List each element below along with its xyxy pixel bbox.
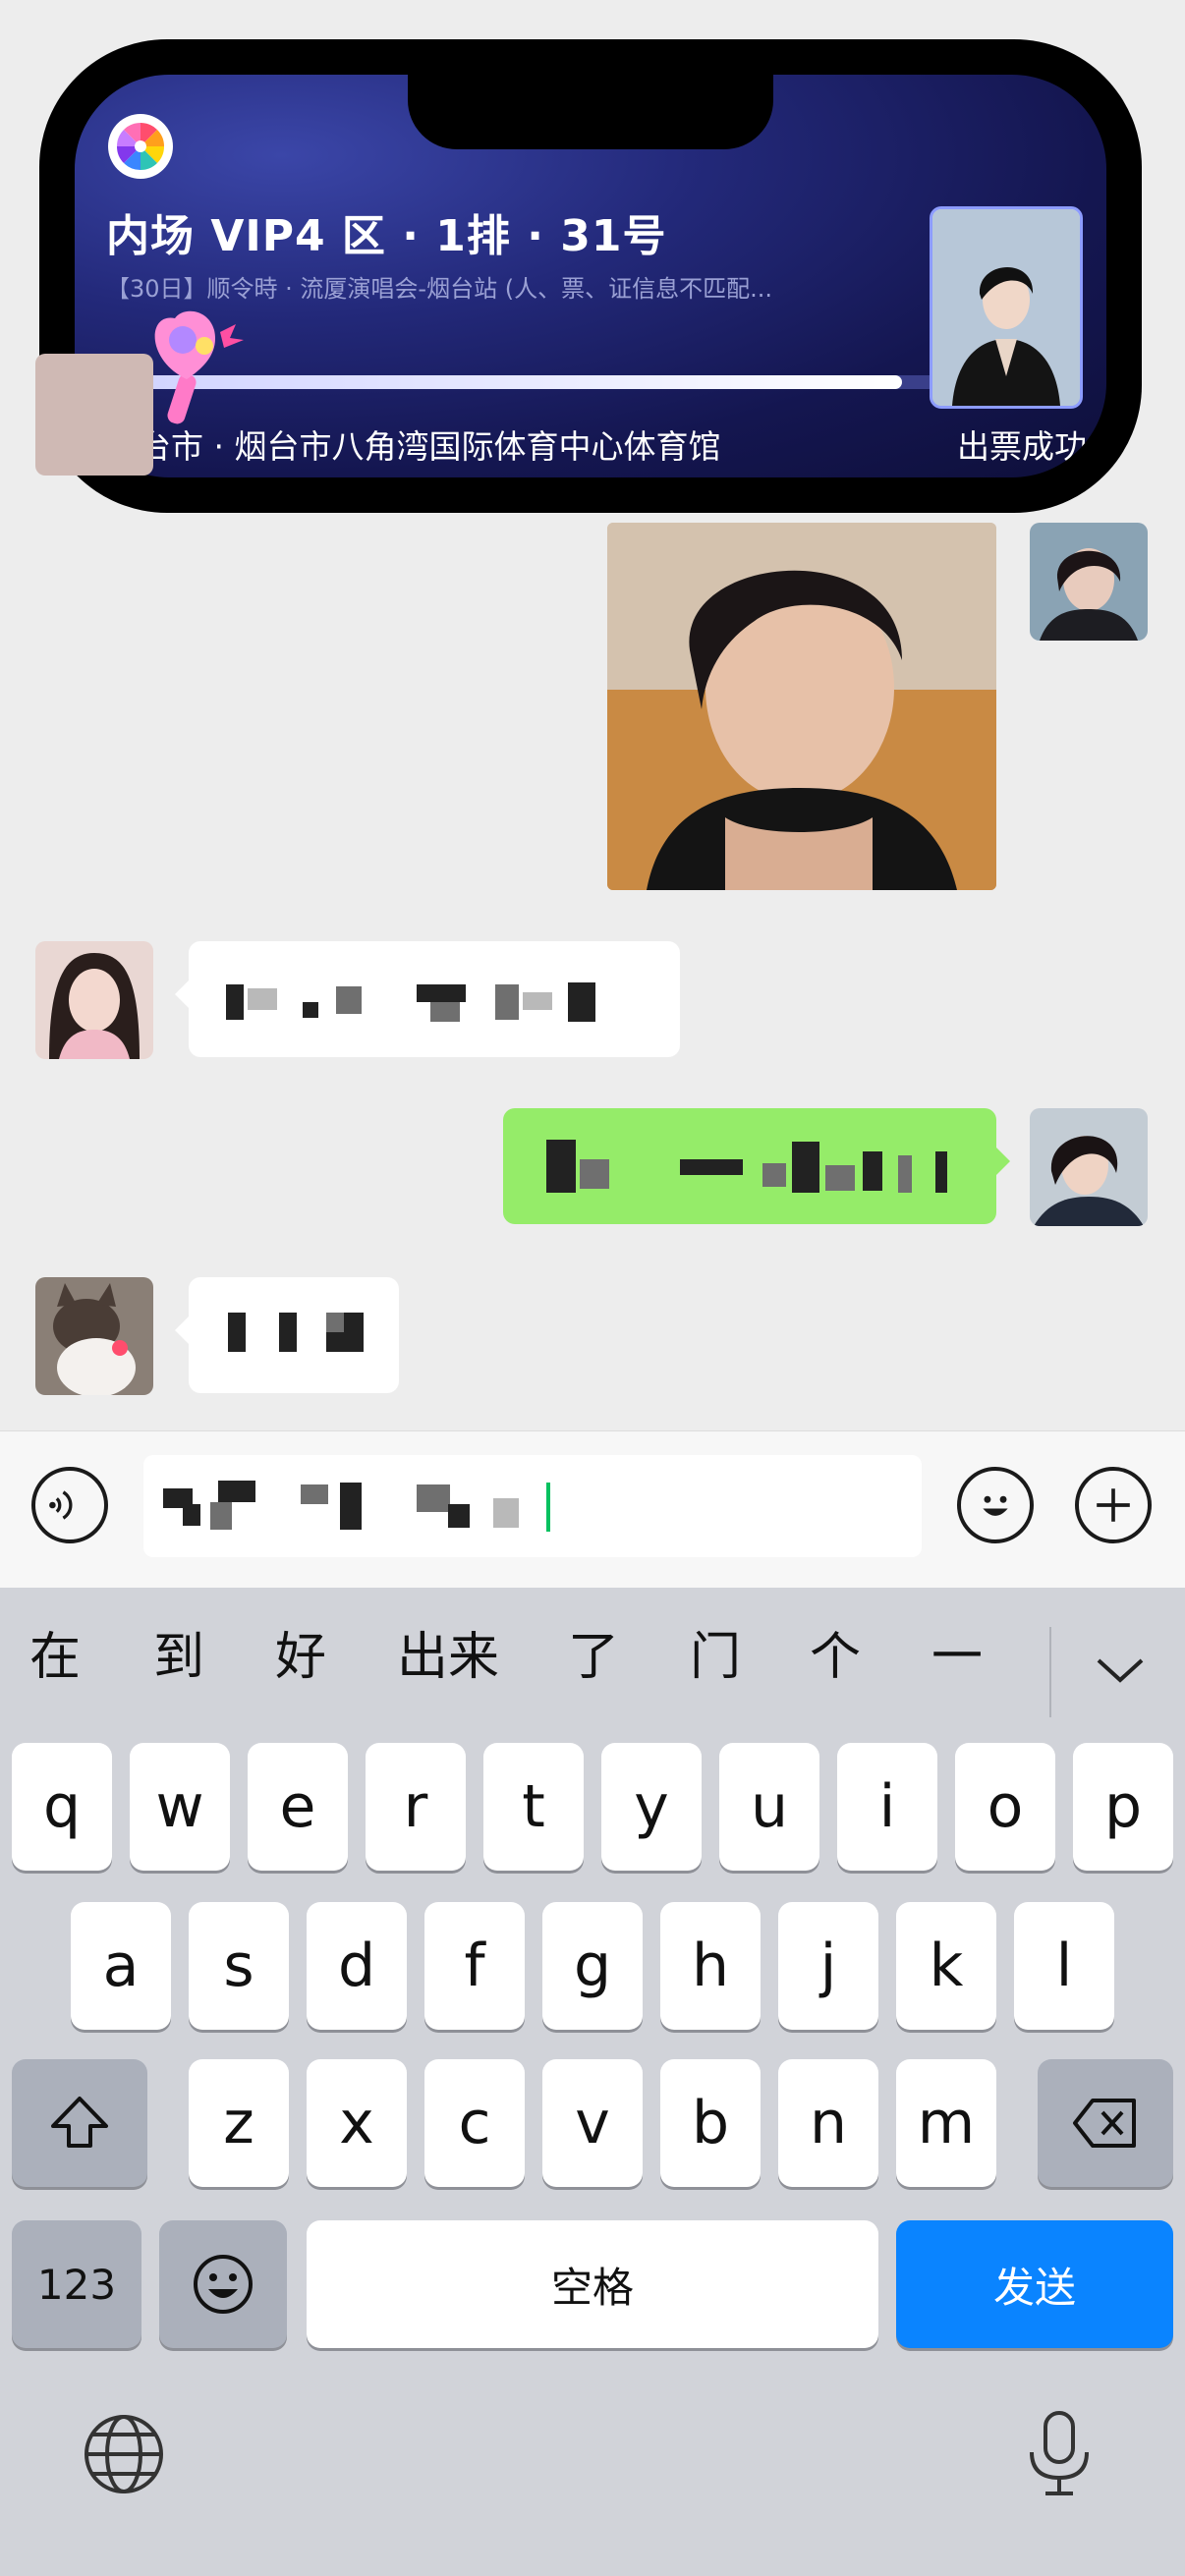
candidate-4[interactable]: 出来 bbox=[397, 1623, 499, 1692]
key-x[interactable]: x bbox=[307, 2059, 407, 2187]
candidate-6[interactable]: 门 bbox=[690, 1623, 741, 1692]
key-g[interactable]: g bbox=[542, 1902, 643, 2030]
key-j[interactable]: j bbox=[778, 1902, 878, 2030]
key-o[interactable]: o bbox=[955, 1743, 1055, 1871]
artist-photo bbox=[930, 206, 1083, 409]
ticket-status: 出票成功 bbox=[957, 427, 1087, 466]
numbers-key-label: 123 bbox=[36, 2260, 117, 2309]
key-e[interactable]: e bbox=[248, 1743, 348, 1871]
candidate-2[interactable]: 到 bbox=[153, 1623, 204, 1692]
emoji-key[interactable] bbox=[159, 2220, 287, 2348]
incoming-message-bubble-2[interactable] bbox=[175, 1277, 399, 1393]
key-s[interactable]: s bbox=[189, 1902, 289, 2030]
plus-circle-icon[interactable] bbox=[1075, 1467, 1152, 1543]
space-key-label: 空格 bbox=[550, 2263, 634, 2312]
seat-info: 内场 VIP4 区 · 1排 · 31号 bbox=[106, 211, 667, 261]
globe-icon[interactable] bbox=[83, 2413, 165, 2495]
my-avatar-2[interactable] bbox=[1030, 1108, 1148, 1226]
key-t[interactable]: t bbox=[483, 1743, 584, 1871]
candidate-7[interactable]: 个 bbox=[810, 1623, 861, 1692]
candidate-3[interactable]: 好 bbox=[275, 1623, 326, 1692]
my-avatar[interactable] bbox=[1030, 523, 1148, 641]
keyboard: 在 到 好 出来 了 门 个 一 qwertyuiop asdfghjkl zx… bbox=[0, 1588, 1185, 2576]
backspace-key[interactable] bbox=[1038, 2059, 1173, 2187]
key-q[interactable]: q bbox=[12, 1743, 112, 1871]
ticket-app-logo-icon bbox=[108, 114, 173, 179]
key-z[interactable]: z bbox=[189, 2059, 289, 2187]
key-b[interactable]: b bbox=[660, 2059, 761, 2187]
contact-avatar-cat[interactable] bbox=[35, 1277, 153, 1395]
key-i[interactable]: i bbox=[837, 1743, 937, 1871]
key-v[interactable]: v bbox=[542, 2059, 643, 2187]
event-description: 【30日】顺令時 · 流厦演唱会-烟台站 (人、票、证信息不匹配... bbox=[106, 275, 772, 303]
key-n[interactable]: n bbox=[778, 2059, 878, 2187]
shift-key[interactable] bbox=[12, 2059, 147, 2187]
key-r[interactable]: r bbox=[366, 1743, 466, 1871]
key-h[interactable]: h bbox=[660, 1902, 761, 2030]
key-d[interactable]: d bbox=[307, 1902, 407, 2030]
chevron-down-icon[interactable] bbox=[1091, 1651, 1150, 1690]
voice-wave-icon[interactable] bbox=[31, 1467, 108, 1543]
key-p[interactable]: p bbox=[1073, 1743, 1173, 1871]
candidate-5[interactable]: 了 bbox=[568, 1623, 619, 1692]
incoming-message-bubble[interactable] bbox=[175, 941, 680, 1057]
key-f[interactable]: f bbox=[424, 1902, 525, 2030]
backspace-icon bbox=[1073, 2099, 1136, 2148]
venue-name: 烟台市 · 烟台市八角湾国际体育中心体育馆 bbox=[106, 427, 721, 466]
candidate-divider bbox=[1049, 1627, 1051, 1717]
emoji-icon bbox=[194, 2255, 253, 2314]
key-k[interactable]: k bbox=[896, 1902, 996, 2030]
smiley-icon[interactable] bbox=[957, 1467, 1034, 1543]
send-key-label: 发送 bbox=[992, 2263, 1076, 2312]
shift-icon bbox=[51, 2097, 108, 2148]
contact-avatar-girl[interactable] bbox=[35, 941, 153, 1059]
image-message[interactable] bbox=[607, 523, 996, 890]
live-activity-card: 内场 VIP4 区 · 1排 · 31号 【30日】顺令時 · 流厦演唱会-烟台… bbox=[75, 75, 1106, 477]
key-w[interactable]: w bbox=[130, 1743, 230, 1871]
microphone-icon[interactable] bbox=[1022, 2409, 1097, 2499]
contact-avatar-hidden[interactable] bbox=[35, 354, 153, 476]
key-c[interactable]: c bbox=[424, 2059, 525, 2187]
dynamic-island-notch bbox=[408, 75, 773, 149]
candidate-8[interactable]: 一 bbox=[931, 1623, 983, 1692]
message-text-field[interactable] bbox=[143, 1455, 922, 1557]
key-m[interactable]: m bbox=[896, 2059, 996, 2187]
key-u[interactable]: u bbox=[719, 1743, 819, 1871]
numbers-key[interactable]: 123 bbox=[12, 2220, 141, 2348]
key-y[interactable]: y bbox=[601, 1743, 702, 1871]
space-key[interactable]: 空格 bbox=[307, 2220, 878, 2348]
live-activity-ticket[interactable]: 内场 VIP4 区 · 1排 · 31号 【30日】顺令時 · 流厦演唱会-烟台… bbox=[39, 39, 1142, 513]
text-caret bbox=[546, 1483, 550, 1532]
send-key[interactable]: 发送 bbox=[896, 2220, 1173, 2348]
message-input-bar bbox=[0, 1430, 1185, 1589]
candidate-1[interactable]: 在 bbox=[29, 1623, 81, 1692]
outgoing-message-bubble[interactable] bbox=[503, 1108, 1010, 1224]
key-l[interactable]: l bbox=[1014, 1902, 1114, 2030]
key-a[interactable]: a bbox=[71, 1902, 171, 2030]
